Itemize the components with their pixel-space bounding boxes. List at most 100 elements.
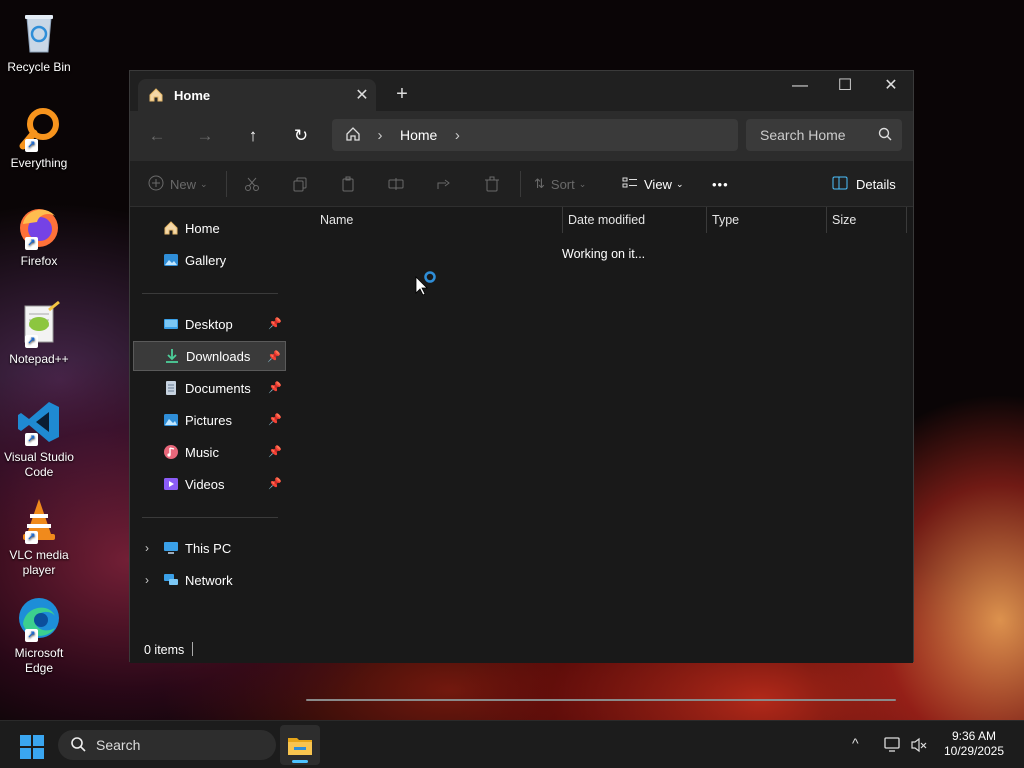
status-divider xyxy=(192,642,193,656)
sidebar-item-downloads[interactable]: Downloads 📌 xyxy=(133,341,286,371)
copy-icon[interactable] xyxy=(292,173,308,195)
sidebar-item-label: Network xyxy=(185,572,233,588)
delete-icon[interactable] xyxy=(484,173,500,195)
command-bar: New ⌄ ⇅ Sort ⌄ View ⌄ ••• Details xyxy=(130,161,913,207)
cut-icon[interactable] xyxy=(244,173,260,195)
network-icon xyxy=(163,572,179,588)
item-count: 0 items xyxy=(144,643,185,657)
breadcrumb-home[interactable]: Home xyxy=(400,127,437,143)
sidebar-item-videos[interactable]: Videos 📌 xyxy=(133,469,286,499)
paste-icon[interactable] xyxy=(340,173,356,195)
system-clock[interactable]: 9:36 AM 10/29/2025 xyxy=(938,729,1010,759)
view-button[interactable]: View ⌄ xyxy=(622,173,684,195)
breadcrumb-chevron-icon[interactable]: › xyxy=(370,127,390,144)
details-pane-button[interactable]: Details xyxy=(832,173,896,195)
desktop-icon-notepadpp[interactable]: ↗ Notepad++ xyxy=(0,300,78,367)
sidebar-item-music[interactable]: Music 📌 xyxy=(133,437,286,467)
desktop-icon-label: Everything xyxy=(10,156,68,170)
sidebar-item-home[interactable]: Home xyxy=(133,213,286,243)
sort-label: Sort xyxy=(550,176,575,192)
music-icon xyxy=(163,444,179,460)
minimize-button[interactable]: — xyxy=(777,71,823,103)
sidebar-item-gallery[interactable]: Gallery xyxy=(133,245,286,275)
sidebar-item-desktop[interactable]: Desktop 📌 xyxy=(133,309,286,339)
share-icon[interactable] xyxy=(436,173,452,195)
desktop-icon-vscode[interactable]: ↗ Visual Studio Code xyxy=(0,398,78,480)
breadcrumb-chevron-icon[interactable]: › xyxy=(447,127,467,144)
chevron-down-icon: ⌄ xyxy=(578,178,587,189)
details-label: Details xyxy=(856,176,896,192)
new-tab-button[interactable]: + xyxy=(392,83,412,106)
sidebar-item-network[interactable]: › Network xyxy=(133,565,286,595)
column-header-date-modified[interactable]: Date modified xyxy=(568,207,645,233)
horizontal-scrollbar[interactable] xyxy=(306,699,896,701)
taskbar-file-explorer-button[interactable] xyxy=(280,725,320,765)
address-bar[interactable]: › Home › xyxy=(332,119,738,151)
column-header-size[interactable]: Size xyxy=(832,207,856,233)
sort-icon: ⇅ xyxy=(534,176,545,191)
title-bar: Home ✕ + — ☐ ✕ xyxy=(130,71,913,111)
gallery-icon xyxy=(163,252,179,268)
clock-time: 9:36 AM xyxy=(951,729,997,743)
sidebar-divider xyxy=(142,293,278,294)
sidebar-item-this-pc[interactable]: › This PC xyxy=(133,533,286,563)
maximize-button[interactable]: ☐ xyxy=(822,71,868,103)
pin-icon[interactable]: 📌 xyxy=(267,350,281,363)
desktop-icon-label: Microsoft Edge xyxy=(14,646,64,675)
refresh-button[interactable]: ↻ xyxy=(286,123,316,149)
forward-button[interactable]: → xyxy=(190,123,220,149)
desktop-icon-firefox[interactable]: ↗ Firefox xyxy=(0,202,78,269)
shortcut-arrow-icon: ↗ xyxy=(25,433,38,446)
plus-circle-icon xyxy=(148,175,164,194)
pin-icon[interactable]: 📌 xyxy=(268,413,282,426)
network-status-icon[interactable] xyxy=(884,736,902,757)
column-divider[interactable] xyxy=(906,207,907,233)
navigation-pane: Home Gallery Desktop 📌 Downloads 📌 Docum… xyxy=(130,207,290,639)
column-header-name[interactable]: Name xyxy=(320,207,353,233)
notepadpp-icon: ↗ xyxy=(15,300,63,348)
address-home-icon[interactable] xyxy=(336,126,370,145)
column-divider[interactable] xyxy=(826,207,827,233)
new-label: New xyxy=(170,176,197,192)
rename-icon[interactable] xyxy=(388,173,404,195)
sort-button[interactable]: ⇅ Sort ⌄ xyxy=(534,173,586,195)
column-header-type[interactable]: Type xyxy=(712,207,739,233)
pin-icon[interactable]: 📌 xyxy=(268,317,282,330)
taskbar-search-box[interactable]: Search xyxy=(58,730,276,760)
new-button[interactable]: New ⌄ xyxy=(148,173,208,195)
chevron-right-icon[interactable]: › xyxy=(145,573,149,587)
tab-home[interactable]: Home ✕ xyxy=(138,79,376,111)
tab-close-button[interactable]: ✕ xyxy=(348,85,376,105)
sidebar-item-label: This PC xyxy=(185,540,232,556)
close-window-button[interactable]: ✕ xyxy=(868,71,914,103)
shortcut-arrow-icon: ↗ xyxy=(25,139,38,152)
pin-icon[interactable]: 📌 xyxy=(268,381,282,394)
sidebar-item-label: Desktop xyxy=(185,316,233,332)
up-button[interactable]: ↑ xyxy=(238,123,268,149)
pin-icon[interactable]: 📌 xyxy=(268,445,282,458)
sidebar-item-pictures[interactable]: Pictures 📌 xyxy=(133,405,286,435)
sidebar-item-label: Pictures xyxy=(185,412,232,428)
tab-title: Home xyxy=(174,87,211,103)
desktop-icon-edge[interactable]: ↗ Microsoft Edge xyxy=(0,594,78,676)
see-more-button[interactable]: ••• xyxy=(712,173,729,195)
status-bar: 0 items xyxy=(130,639,913,663)
search-input[interactable]: Search Home xyxy=(746,119,902,151)
chevron-up-icon[interactable]: ^ xyxy=(852,735,859,751)
pin-icon[interactable]: 📌 xyxy=(268,477,282,490)
search-icon xyxy=(70,736,86,755)
desktop-icon-vlc[interactable]: ↗ VLC media player xyxy=(0,496,78,578)
taskbar: Search ^ 9:36 AM 10/29/2025 xyxy=(0,720,1024,768)
column-divider[interactable] xyxy=(706,207,707,233)
desktop-icon-recycle-bin[interactable]: Recycle Bin xyxy=(0,8,78,75)
column-divider[interactable] xyxy=(562,207,563,233)
taskbar-search-label: Search xyxy=(96,737,141,753)
back-button[interactable]: ← xyxy=(142,123,172,149)
desktop-icon-everything[interactable]: ↗ Everything xyxy=(0,104,78,171)
volume-muted-icon[interactable] xyxy=(910,736,928,757)
start-button[interactable] xyxy=(20,735,44,762)
vscode-icon: ↗ xyxy=(15,398,63,446)
chevron-down-icon: ⌄ xyxy=(200,178,208,189)
sidebar-item-documents[interactable]: Documents 📌 xyxy=(133,373,286,403)
chevron-right-icon[interactable]: › xyxy=(145,541,149,555)
